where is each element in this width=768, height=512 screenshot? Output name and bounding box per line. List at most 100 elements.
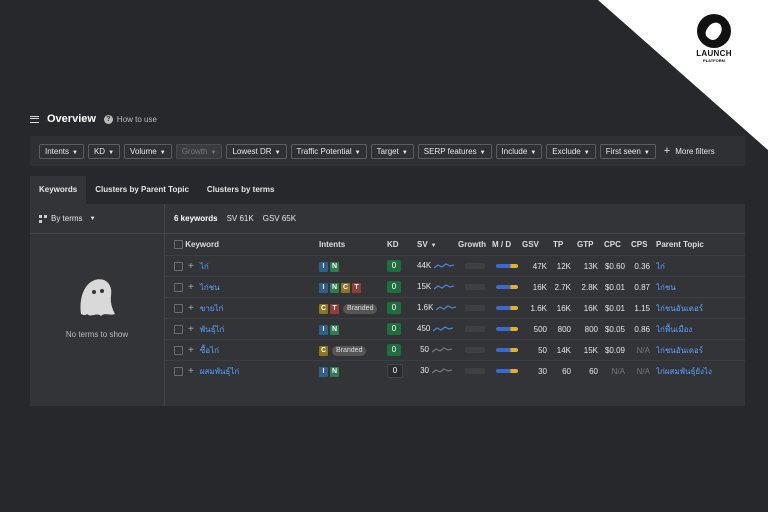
parent-topic-link[interactable]: ไก่ชน: [656, 283, 676, 292]
filter-intents[interactable]: Intents ▼: [39, 143, 84, 159]
row-checkbox[interactable]: [174, 366, 183, 376]
sv-trend-sparkline[interactable]: [432, 345, 452, 355]
keyword-link[interactable]: พันธุ์ไก่: [200, 325, 225, 334]
how-to-use-link[interactable]: ? How to use: [103, 114, 157, 124]
select-all-checkbox[interactable]: [174, 240, 183, 250]
by-terms-label: By terms: [51, 214, 83, 223]
sv-cell: 50: [417, 339, 458, 361]
row-checkbox[interactable]: [174, 303, 183, 313]
filter-traffic-potential[interactable]: Traffic Potential ▼: [290, 143, 367, 159]
keywords-table: Keyword Intents KD SV ▼ Growth M / D GSV …: [165, 234, 745, 381]
filter-serp-features[interactable]: SERP features ▼: [417, 143, 492, 159]
by-terms-dropdown[interactable]: By terms ▼: [30, 204, 164, 234]
filter-first-seen[interactable]: First seen ▼: [599, 143, 656, 159]
tab-keywords[interactable]: Keywords: [30, 176, 87, 204]
grid-icon: [39, 214, 47, 223]
col-kd[interactable]: KD: [387, 234, 417, 256]
cell-cpc: $0.01: [604, 297, 631, 319]
mobile-desktop-bar: [496, 327, 518, 332]
col-cps[interactable]: CPS: [631, 234, 656, 256]
growth-bar: [465, 325, 485, 332]
col-gtp[interactable]: GTP: [577, 234, 604, 256]
parent-topic-link[interactable]: ไก่ชนอันเดอร์: [656, 346, 703, 355]
filter-volume[interactable]: Volume ▼: [124, 143, 172, 159]
keyword-link[interactable]: ซื้อไก่: [200, 346, 219, 355]
chevron-down-icon: ▼: [401, 149, 408, 156]
filter-include[interactable]: Include ▼: [495, 143, 543, 159]
add-to-list-icon[interactable]: +: [188, 345, 194, 356]
kd-cell: 0: [387, 276, 417, 298]
cell-cpc: $0.05: [604, 318, 631, 340]
cell-cps: 0.36: [631, 255, 656, 277]
row-checkbox[interactable]: [174, 282, 183, 292]
sv-trend-sparkline[interactable]: [432, 366, 452, 376]
row-checkbox[interactable]: [174, 324, 183, 334]
logo-text: LAUNCH: [696, 49, 732, 58]
more-filters-button[interactable]: + More filters: [664, 145, 715, 157]
empty-state-ghost-icon: [80, 279, 115, 316]
sv-trend-sparkline[interactable]: [433, 324, 454, 334]
intent-badge: I: [319, 366, 328, 377]
cell-cps: 0.86: [631, 318, 656, 340]
filter-label: Traffic Potential: [296, 146, 352, 156]
add-to-list-icon[interactable]: +: [188, 303, 194, 314]
cell-cps: N/A: [631, 339, 656, 361]
col-keyword[interactable]: Keyword: [185, 240, 219, 249]
tab-clusters-by-parent-topic[interactable]: Clusters by Parent Topic: [86, 176, 198, 204]
kd-cell: 0: [387, 360, 417, 381]
kd-badge: 0: [387, 302, 401, 314]
table-summary: 6 keywords SV 61K GSV 65K: [165, 204, 745, 234]
sv-trend-sparkline[interactable]: [436, 303, 457, 313]
filter-kd[interactable]: KD ▼: [87, 143, 121, 159]
table-row: + ขายไก่ C T Branded 0 1.6K 1.6K 16K 16K $0.01 1.15…: [165, 297, 745, 319]
gsv-total: GSV 65K: [262, 214, 297, 223]
mobile-desktop-bar: [496, 264, 518, 269]
col-tp[interactable]: TP: [553, 234, 577, 256]
parent-topic-link[interactable]: ไก่: [656, 262, 665, 271]
kd-cell: 0: [387, 339, 417, 361]
col-sv[interactable]: SV ▼: [417, 234, 458, 256]
intent-badge: N: [330, 324, 339, 335]
col-sv-label: SV: [417, 240, 428, 249]
row-checkbox[interactable]: [174, 261, 183, 271]
add-to-list-icon[interactable]: +: [188, 324, 194, 335]
filter-growth[interactable]: Growth ▼: [175, 143, 223, 159]
intent-badge: N: [330, 261, 339, 272]
row-checkbox[interactable]: [174, 345, 183, 355]
col-cpc[interactable]: CPC: [604, 234, 631, 256]
parent-topic-link[interactable]: ไก่ชนอันเดอร์: [656, 304, 703, 313]
add-to-list-icon[interactable]: +: [188, 366, 194, 377]
chevron-down-icon: ▼: [72, 149, 78, 156]
chevron-down-icon: ▼: [479, 149, 486, 156]
parent-topic-link[interactable]: ไก่ผสมพันธุ์ยังไง: [656, 367, 712, 376]
keyword-link[interactable]: ไก่: [200, 262, 209, 271]
keyword-link[interactable]: ขายไก่: [200, 304, 224, 313]
tab-clusters-by-terms[interactable]: Clusters by terms: [198, 176, 284, 204]
kd-cell: 0: [387, 318, 417, 340]
cell-gsv: 16K: [522, 276, 553, 298]
col-intents[interactable]: Intents: [319, 234, 387, 256]
mobile-desktop-bar: [496, 369, 518, 374]
parent-topic-cell: ไก่ชน: [656, 276, 745, 298]
sv-trend-sparkline[interactable]: [434, 261, 455, 271]
col-growth[interactable]: Growth: [458, 234, 492, 256]
growth-cell: [458, 276, 492, 298]
sv-trend-sparkline[interactable]: [434, 282, 455, 292]
cell-gtp: 2.8K: [577, 276, 604, 298]
filter-label: KD: [93, 146, 106, 156]
sv-cell: 30: [417, 360, 458, 381]
filter-target[interactable]: Target ▼: [370, 143, 414, 159]
parent-topic-link[interactable]: ไก่พื้นเมือง: [656, 325, 692, 334]
col-md[interactable]: M / D: [492, 234, 522, 256]
filter-exclude[interactable]: Exclude ▼: [546, 143, 596, 159]
col-gsv[interactable]: GSV: [522, 234, 553, 256]
menu-icon[interactable]: [30, 115, 39, 123]
cell-cps: 0.87: [631, 276, 656, 298]
keyword-link[interactable]: ไก่ชน: [200, 283, 220, 292]
add-to-list-icon[interactable]: +: [188, 282, 194, 293]
filter-lowest-dr[interactable]: Lowest DR ▼: [226, 143, 287, 159]
add-to-list-icon[interactable]: +: [188, 261, 194, 272]
keyword-link[interactable]: ผสมพันธุ์ไก่: [200, 367, 239, 376]
empty-state-text: No terms to show: [65, 330, 129, 339]
col-parent-topic[interactable]: Parent Topic: [656, 234, 745, 256]
